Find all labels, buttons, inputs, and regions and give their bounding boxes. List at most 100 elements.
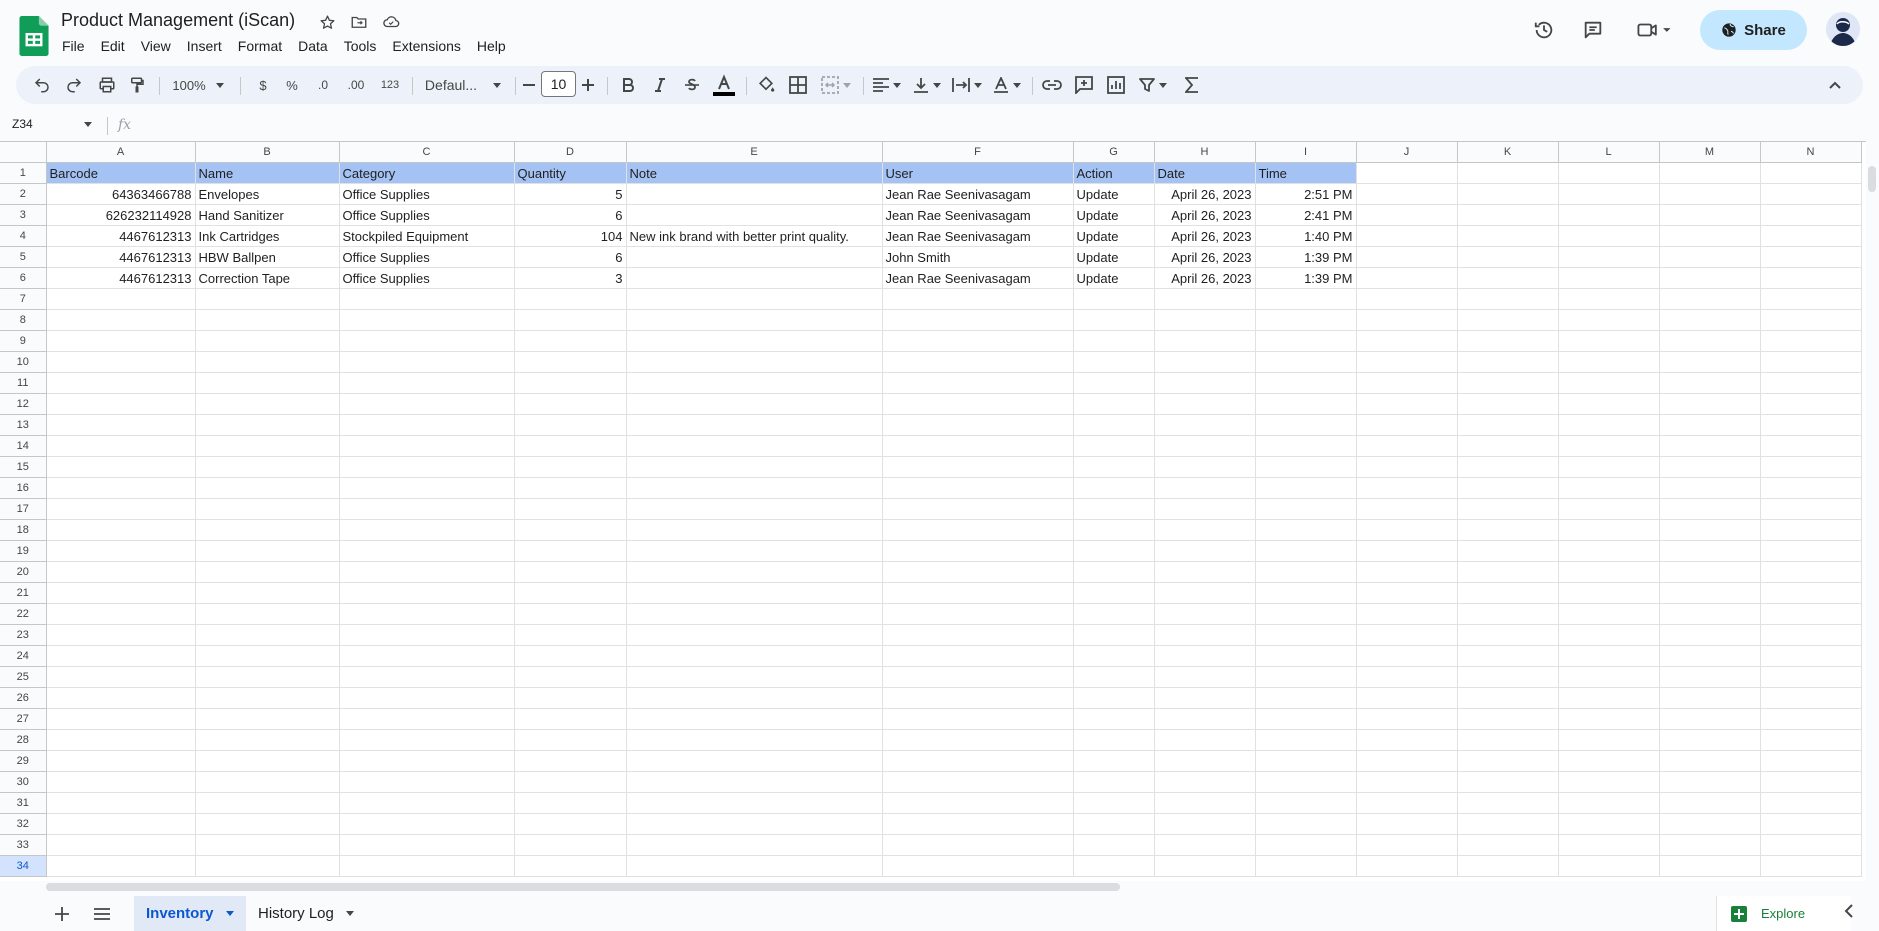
- empty-cell[interactable]: [1659, 834, 1761, 856]
- row-header[interactable]: 10: [0, 351, 47, 373]
- empty-cell[interactable]: [1356, 687, 1458, 709]
- table-cell[interactable]: [626, 267, 883, 289]
- empty-cell[interactable]: [882, 288, 1074, 310]
- empty-cell[interactable]: [1356, 309, 1458, 331]
- empty-cell[interactable]: [46, 477, 196, 499]
- empty-cell[interactable]: [1558, 645, 1660, 667]
- empty-cell[interactable]: [339, 708, 515, 730]
- empty-cell[interactable]: [626, 666, 883, 688]
- empty-cell[interactable]: [46, 393, 196, 415]
- empty-cell[interactable]: [1154, 393, 1256, 415]
- empty-cell[interactable]: [46, 666, 196, 688]
- empty-cell[interactable]: [1154, 645, 1256, 667]
- empty-cell[interactable]: [1760, 393, 1862, 415]
- empty-cell[interactable]: [339, 372, 515, 394]
- empty-cell[interactable]: [46, 708, 196, 730]
- empty-cell[interactable]: [1255, 855, 1357, 877]
- row-header[interactable]: 5: [0, 246, 47, 268]
- empty-cell[interactable]: [1760, 435, 1862, 457]
- table-cell[interactable]: April 26, 2023: [1154, 267, 1256, 289]
- table-cell[interactable]: 1:40 PM: [1255, 225, 1357, 247]
- table-cell[interactable]: April 26, 2023: [1154, 183, 1256, 205]
- empty-cell[interactable]: [1356, 540, 1458, 562]
- table-cell[interactable]: Jean Rae Seenivasagam: [882, 225, 1074, 247]
- empty-cell[interactable]: [1659, 414, 1761, 436]
- empty-cell[interactable]: [1073, 582, 1155, 604]
- font-select[interactable]: Defaul...: [418, 71, 508, 99]
- table-cell[interactable]: [626, 183, 883, 205]
- row-header[interactable]: 9: [0, 330, 47, 352]
- empty-cell[interactable]: [1558, 687, 1660, 709]
- account-avatar[interactable]: [1826, 12, 1860, 46]
- empty-cell[interactable]: [1558, 414, 1660, 436]
- empty-cell[interactable]: [1255, 582, 1357, 604]
- empty-cell[interactable]: [1760, 456, 1862, 478]
- empty-cell[interactable]: [1073, 729, 1155, 751]
- empty-cell[interactable]: [1154, 813, 1256, 835]
- row-header[interactable]: 3: [0, 204, 47, 226]
- empty-cell[interactable]: [1659, 225, 1761, 247]
- empty-cell[interactable]: [46, 645, 196, 667]
- empty-cell[interactable]: [1760, 624, 1862, 646]
- row-header[interactable]: 20: [0, 561, 47, 583]
- empty-cell[interactable]: [882, 519, 1074, 541]
- strikethrough-icon[interactable]: [678, 71, 706, 99]
- table-cell[interactable]: 4467612313: [46, 225, 196, 247]
- empty-cell[interactable]: [1255, 351, 1357, 373]
- empty-cell[interactable]: [882, 477, 1074, 499]
- empty-cell[interactable]: [1356, 624, 1458, 646]
- empty-cell[interactable]: [1356, 204, 1458, 226]
- empty-cell[interactable]: [1255, 477, 1357, 499]
- empty-cell[interactable]: [882, 855, 1074, 877]
- empty-cell[interactable]: [882, 351, 1074, 373]
- table-header-cell[interactable]: Note: [626, 162, 883, 184]
- empty-cell[interactable]: [514, 561, 627, 583]
- empty-cell[interactable]: [1255, 309, 1357, 331]
- italic-icon[interactable]: [646, 71, 674, 99]
- row-header[interactable]: 19: [0, 540, 47, 562]
- empty-cell[interactable]: [1154, 372, 1256, 394]
- meet-video-icon[interactable]: [1630, 14, 1678, 46]
- empty-cell[interactable]: [195, 540, 340, 562]
- menu-file[interactable]: File: [54, 36, 93, 56]
- empty-cell[interactable]: [1073, 603, 1155, 625]
- empty-cell[interactable]: [1659, 498, 1761, 520]
- table-cell[interactable]: Office Supplies: [339, 204, 515, 226]
- empty-cell[interactable]: [1255, 813, 1357, 835]
- empty-cell[interactable]: [339, 288, 515, 310]
- horizontal-align-icon[interactable]: [869, 71, 905, 99]
- empty-cell[interactable]: [882, 624, 1074, 646]
- empty-cell[interactable]: [1558, 267, 1660, 289]
- empty-cell[interactable]: [514, 414, 627, 436]
- empty-cell[interactable]: [1457, 561, 1559, 583]
- row-header[interactable]: 2: [0, 183, 47, 205]
- empty-cell[interactable]: [1457, 162, 1559, 184]
- empty-cell[interactable]: [882, 792, 1074, 814]
- empty-cell[interactable]: [195, 372, 340, 394]
- empty-cell[interactable]: [514, 624, 627, 646]
- empty-cell[interactable]: [195, 708, 340, 730]
- empty-cell[interactable]: [1558, 351, 1660, 373]
- empty-cell[interactable]: [1659, 288, 1761, 310]
- empty-cell[interactable]: [626, 435, 883, 457]
- row-header[interactable]: 16: [0, 477, 47, 499]
- empty-cell[interactable]: [195, 477, 340, 499]
- column-header[interactable]: D: [514, 142, 627, 163]
- empty-cell[interactable]: [1356, 729, 1458, 751]
- table-cell[interactable]: HBW Ballpen: [195, 246, 340, 268]
- empty-cell[interactable]: [195, 603, 340, 625]
- row-header[interactable]: 17: [0, 498, 47, 520]
- empty-cell[interactable]: [1760, 687, 1862, 709]
- empty-cell[interactable]: [1760, 519, 1862, 541]
- empty-cell[interactable]: [882, 729, 1074, 751]
- empty-cell[interactable]: [339, 519, 515, 541]
- empty-cell[interactable]: [514, 498, 627, 520]
- column-header[interactable]: J: [1356, 142, 1458, 163]
- empty-cell[interactable]: [1073, 435, 1155, 457]
- empty-cell[interactable]: [1154, 750, 1256, 772]
- empty-cell[interactable]: [195, 813, 340, 835]
- empty-cell[interactable]: [1255, 393, 1357, 415]
- empty-cell[interactable]: [46, 834, 196, 856]
- empty-cell[interactable]: [1154, 666, 1256, 688]
- empty-cell[interactable]: [195, 582, 340, 604]
